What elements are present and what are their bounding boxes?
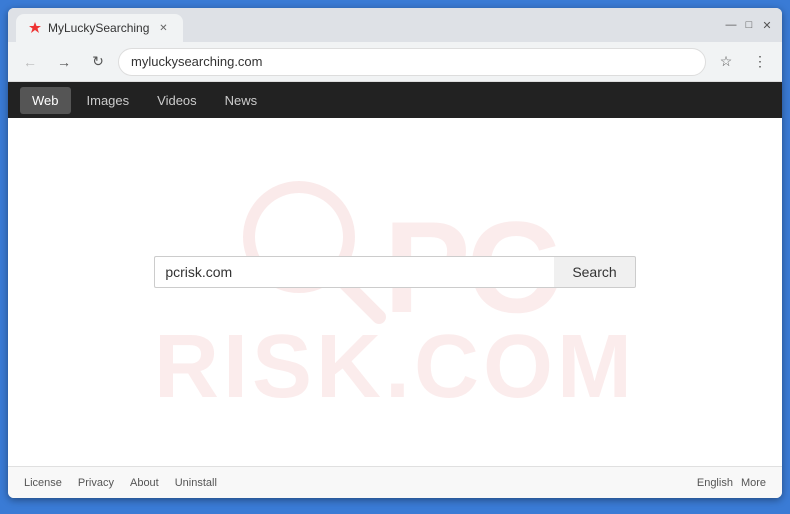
risk-watermark: RISK.COM: [154, 322, 636, 412]
nav-item-videos[interactable]: Videos: [145, 87, 209, 114]
title-bar: MyLuckySearching ✕ — □ ✕: [8, 8, 782, 42]
footer-links: License Privacy About Uninstall: [24, 477, 697, 489]
bookmark-button[interactable]: ☆: [712, 48, 740, 76]
maximize-button[interactable]: □: [742, 18, 756, 32]
tab-area: MyLuckySearching ✕: [16, 8, 710, 42]
tab-close-button[interactable]: ✕: [155, 20, 171, 36]
window-controls: — □ ✕: [724, 18, 774, 32]
nav-item-images[interactable]: Images: [75, 87, 142, 114]
footer-about-link[interactable]: About: [130, 477, 159, 489]
footer-license-link[interactable]: License: [24, 477, 62, 489]
search-container: Search: [154, 256, 635, 288]
back-button[interactable]: ←: [16, 48, 44, 76]
search-input[interactable]: [154, 256, 554, 288]
forward-button[interactable]: →: [50, 48, 78, 76]
close-button[interactable]: ✕: [760, 18, 774, 32]
footer-right: English More: [697, 477, 766, 489]
nav-item-web[interactable]: Web: [20, 87, 71, 114]
search-button[interactable]: Search: [554, 256, 635, 288]
address-bar[interactable]: [118, 48, 706, 76]
nav-bar: Web Images Videos News: [8, 82, 782, 118]
main-content: PC RISK.COM Search: [8, 118, 782, 466]
toolbar: ← → ↻ ☆ ⋮: [8, 42, 782, 82]
magnifier-watermark: [234, 172, 394, 332]
watermark: PC RISK.COM: [8, 118, 782, 466]
url-input[interactable]: [131, 54, 693, 69]
footer: License Privacy About Uninstall English …: [8, 466, 782, 498]
footer-more[interactable]: More: [741, 477, 766, 489]
browser-window: MyLuckySearching ✕ — □ ✕ ← → ↻ ☆ ⋮ Web I…: [8, 8, 782, 498]
search-row: Search: [154, 256, 635, 288]
footer-language[interactable]: English: [697, 477, 733, 489]
reload-button[interactable]: ↻: [84, 48, 112, 76]
active-tab[interactable]: MyLuckySearching ✕: [16, 14, 183, 42]
minimize-button[interactable]: —: [724, 18, 738, 32]
tab-favicon: [28, 21, 42, 35]
tab-title: MyLuckySearching: [48, 21, 149, 35]
footer-uninstall-link[interactable]: Uninstall: [175, 477, 217, 489]
nav-item-news[interactable]: News: [213, 87, 270, 114]
footer-privacy-link[interactable]: Privacy: [78, 477, 114, 489]
menu-button[interactable]: ⋮: [746, 48, 774, 76]
